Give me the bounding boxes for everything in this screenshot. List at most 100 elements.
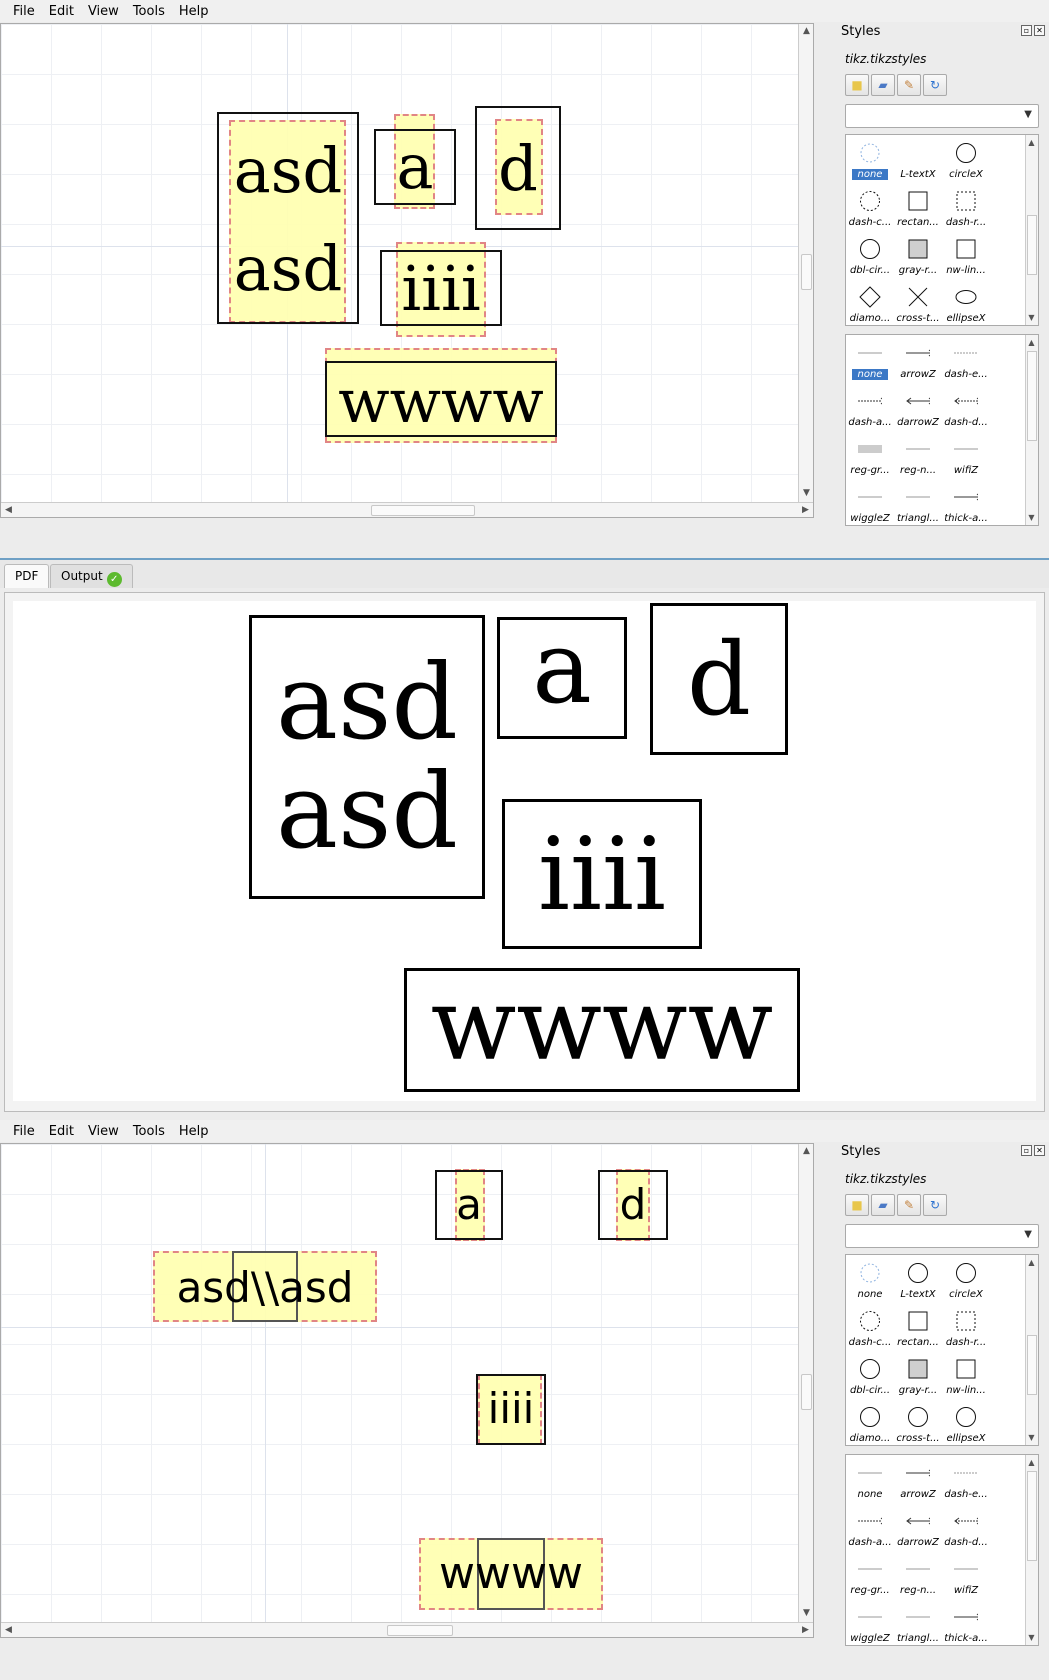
pdf-viewer[interactable]: asd asd a d iiii wwww (4, 592, 1045, 1112)
cross-icon (906, 285, 930, 309)
circle-icon (906, 1405, 930, 1429)
double-arrow-icon (906, 1509, 930, 1533)
edit-pencil-icon[interactable]: ✎ (897, 1194, 921, 1216)
node-style-label: dbl-cir... (849, 1385, 891, 1396)
refresh-icon[interactable]: ↻ (923, 1194, 947, 1216)
tab-pdf[interactable]: PDF (4, 564, 50, 588)
new-file-icon[interactable]: ■ (845, 1194, 869, 1216)
menu-file[interactable]: File (6, 4, 42, 19)
arrow-line-icon (906, 341, 930, 365)
top-node-asd-line1: asd (233, 134, 343, 207)
bottom-canvas-vscroll[interactable]: ▲ ▼ (798, 1144, 813, 1637)
tab-output[interactable]: Output ✓ (50, 564, 133, 588)
dock-float-button[interactable]: ▫ (1021, 25, 1032, 36)
node-style-label: gray-r... (898, 265, 938, 276)
double-circle-icon (858, 1357, 882, 1381)
style-category-combo[interactable]: ▼ (845, 1224, 1039, 1248)
top-styles-dock: Styles ▫ ✕ tikz.tikzstyles ■ ▰ ✎ ↻ ▼ none… (835, 22, 1049, 532)
arrow-line-icon (954, 485, 978, 509)
bottom-node-d-label: d (619, 1180, 647, 1229)
pdf-node-iiii: iiii (502, 799, 702, 949)
bottom-node-a-label: a (456, 1180, 482, 1229)
menu-tools[interactable]: Tools (126, 1124, 172, 1139)
tab-pdf-label: PDF (15, 569, 39, 583)
node-style-label: dash-c... (848, 1337, 892, 1348)
pdf-node-asd-line2: asd (276, 750, 458, 872)
bottom-window: File Edit View Tools Help asd\\asd a d i… (0, 1120, 1049, 1680)
styles-file-name: tikz.tikzstyles (845, 52, 927, 66)
top-graph-canvas[interactable]: asd asd a d iiii wwww ▲ ▼ ◀ ▶ (0, 23, 814, 518)
plain-line-icon (906, 1605, 930, 1629)
styles-title: Styles (841, 1144, 881, 1159)
node-style-label: dash-c... (848, 217, 892, 228)
gray-rectangle-icon (906, 1357, 930, 1381)
node-style-label: rectan... (897, 1337, 939, 1348)
plain-line-icon (858, 1557, 882, 1581)
pdf-node-wwww: wwww (404, 968, 800, 1092)
pdf-node-a: a (497, 615, 627, 739)
nw-line-icon (954, 1357, 978, 1381)
dashed-line-icon (954, 1461, 978, 1485)
edge-style-label: dash-a... (848, 1537, 892, 1548)
menu-edit[interactable]: Edit (42, 1124, 81, 1139)
menu-file[interactable]: File (6, 1124, 42, 1139)
circle-icon (858, 1405, 882, 1429)
top-node-d-label: d (498, 132, 538, 205)
gray-band-icon (858, 437, 882, 461)
menu-edit[interactable]: Edit (42, 4, 81, 19)
pdf-node-iiii-label: iiii (538, 815, 666, 933)
gray-rectangle-icon (906, 237, 930, 261)
styles-title: Styles (841, 24, 881, 39)
edge-style-label: triangl... (897, 1633, 939, 1644)
new-file-icon[interactable]: ■ (845, 74, 869, 96)
pdf-node-d-label: d (686, 620, 751, 738)
top-menubar: File Edit View Tools Help (0, 0, 1049, 22)
pdf-node-wwww-label: wwww (430, 965, 774, 1083)
dock-close-button[interactable]: ✕ (1034, 1145, 1045, 1156)
menu-help[interactable]: Help (172, 1124, 216, 1139)
node-style-label: dbl-cir... (849, 265, 891, 276)
success-check-icon: ✓ (106, 572, 122, 587)
open-folder-icon[interactable]: ▰ (871, 1194, 895, 1216)
top-node-a-label: a (396, 130, 434, 203)
double-arrow-icon (906, 389, 930, 413)
style-category-combo[interactable]: ▼ (845, 104, 1039, 128)
top-canvas-vscroll[interactable]: ▲ ▼ (798, 24, 813, 517)
node-style-label: none (857, 1289, 883, 1300)
edge-style-label: dash-d... (944, 1537, 988, 1548)
edge-style-label: wiggleZ (850, 1633, 890, 1644)
top-canvas-hscroll[interactable]: ◀ ▶ (1, 502, 813, 517)
dock-close-button[interactable]: ✕ (1034, 25, 1045, 36)
dashed-double-arrow-icon (954, 1509, 978, 1533)
bottom-node-asd-label: asd\\asd (176, 1263, 354, 1312)
menu-help[interactable]: Help (172, 4, 216, 19)
menu-view[interactable]: View (81, 4, 126, 19)
node-style-label: L-textX (900, 169, 936, 180)
node-style-label: ellipseX (946, 313, 986, 324)
open-folder-icon[interactable]: ▰ (871, 74, 895, 96)
diamond-icon (858, 285, 882, 309)
top-window: File Edit View Tools Help asd asd a d ii… (0, 0, 1049, 560)
edge-styles-list[interactable]: none arrowZ dash-e... dash-a... darrowZ … (845, 334, 1039, 526)
bottom-canvas-hscroll[interactable]: ◀ ▶ (1, 1622, 813, 1637)
node-style-label: nw-lin... (946, 1385, 986, 1396)
bottom-menubar: File Edit View Tools Help (0, 1120, 1049, 1142)
edge-style-label: dash-e... (944, 369, 988, 380)
refresh-icon[interactable]: ↻ (923, 74, 947, 96)
menu-tools[interactable]: Tools (126, 4, 172, 19)
circle-icon (954, 141, 978, 165)
edit-pencil-icon[interactable]: ✎ (897, 74, 921, 96)
node-styles-list[interactable]: none L-textX circleX dash-c... rectan...… (845, 1254, 1039, 1446)
pdf-node-d: d (650, 603, 788, 755)
edge-styles-list[interactable]: none arrowZ dash-e... dash-a... darrowZ … (845, 1454, 1039, 1646)
dashed-rectangle-icon (954, 1309, 978, 1333)
preview-tabbar: PDF Output ✓ (0, 560, 1049, 588)
node-styles-list[interactable]: none L-textX circleX dash-c... rectan...… (845, 134, 1039, 326)
top-node-iiii-label: iiii (401, 252, 481, 325)
menu-view[interactable]: View (81, 1124, 126, 1139)
dock-float-button[interactable]: ▫ (1021, 1145, 1032, 1156)
plain-line-icon (954, 1557, 978, 1581)
bottom-graph-canvas[interactable]: asd\\asd a d iiii wwww ▲ ▼ ◀ ▶ (0, 1143, 814, 1638)
rectangle-icon (906, 189, 930, 213)
node-style-label: nw-lin... (946, 265, 986, 276)
